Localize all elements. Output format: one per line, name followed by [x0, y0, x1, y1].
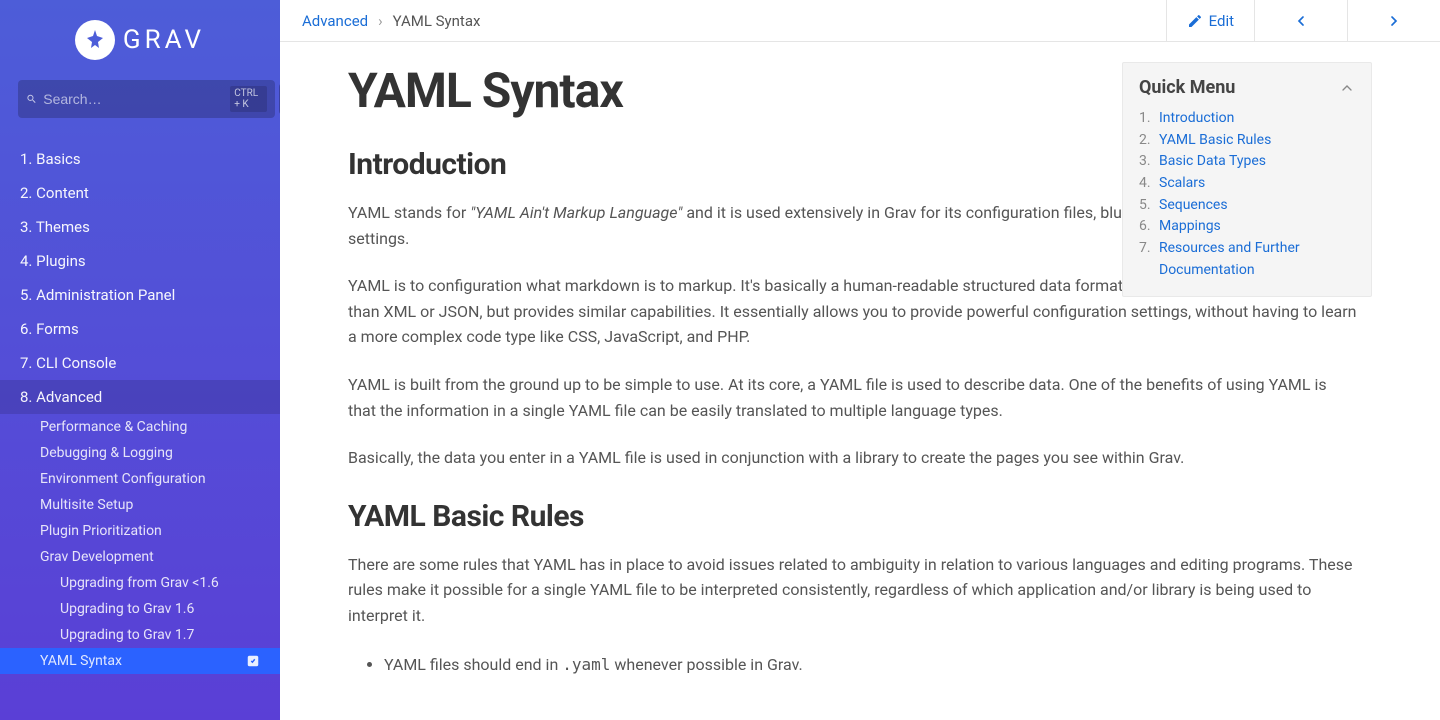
- body-text: There are some rules that YAML has in pl…: [348, 552, 1358, 629]
- next-button[interactable]: [1347, 0, 1440, 41]
- qm-item[interactable]: YAML Basic Rules: [1139, 130, 1355, 152]
- nav-item-plugins[interactable]: 4. Plugins: [0, 244, 280, 278]
- logo-icon: [75, 20, 115, 60]
- chevron-right-icon: [1386, 13, 1402, 29]
- qm-item[interactable]: Scalars: [1139, 173, 1355, 195]
- nav-item-admin[interactable]: 5. Administration Panel: [0, 278, 280, 312]
- top-actions: Edit: [1166, 0, 1440, 41]
- logo-text: GRAV: [123, 25, 205, 55]
- edit-button[interactable]: Edit: [1166, 0, 1254, 41]
- search-icon: [26, 91, 37, 107]
- list-item: YAML files should end in .yaml whenever …: [384, 651, 1358, 678]
- sub-sub-item[interactable]: Upgrading to Grav 1.6: [0, 596, 280, 622]
- sidebar: GRAV CTRL + K v1.5 1. Basics 2. Content …: [0, 0, 280, 720]
- chevron-up-icon[interactable]: [1339, 80, 1355, 96]
- sub-sub-item[interactable]: Upgrading to Grav 1.7: [0, 622, 280, 648]
- code-inline: .yaml: [562, 655, 610, 674]
- sub-item-current[interactable]: YAML Syntax: [0, 648, 280, 674]
- nav-list: 1. Basics 2. Content 3. Themes 4. Plugin…: [0, 130, 280, 714]
- search-kbd: CTRL + K: [230, 86, 267, 112]
- qm-item[interactable]: Mappings: [1139, 216, 1355, 238]
- qm-item[interactable]: Introduction: [1139, 108, 1355, 130]
- topbar: Advanced › YAML Syntax Edit: [280, 0, 1440, 42]
- qm-item[interactable]: Resources and Further Documentation: [1139, 238, 1355, 281]
- qm-item[interactable]: Sequences: [1139, 195, 1355, 217]
- sub-item[interactable]: Grav Development: [0, 544, 280, 570]
- logo[interactable]: GRAV: [0, 0, 280, 80]
- sub-list: Performance & Caching Debugging & Loggin…: [0, 414, 280, 674]
- qm-item[interactable]: Basic Data Types: [1139, 151, 1355, 173]
- nav-item-advanced[interactable]: 8. Advanced: [0, 380, 280, 414]
- nav-item-themes[interactable]: 3. Themes: [0, 210, 280, 244]
- sub-item[interactable]: Multisite Setup: [0, 492, 280, 518]
- quick-menu: Quick Menu Introduction YAML Basic Rules…: [1122, 62, 1372, 297]
- check-icon: [246, 654, 260, 668]
- prev-button[interactable]: [1254, 0, 1347, 41]
- content: Quick Menu Introduction YAML Basic Rules…: [280, 42, 1440, 720]
- search-input[interactable]: [43, 91, 224, 107]
- sub-item[interactable]: Plugin Prioritization: [0, 518, 280, 544]
- breadcrumb-current: YAML Syntax: [393, 12, 481, 30]
- nav-item-cli[interactable]: 7. CLI Console: [0, 346, 280, 380]
- sub-sub-item[interactable]: Upgrading from Grav <1.6: [0, 570, 280, 596]
- body-text: YAML is built from the ground up to be s…: [348, 372, 1358, 423]
- rules-list: YAML files should end in .yaml whenever …: [348, 651, 1358, 678]
- breadcrumb: Advanced › YAML Syntax: [302, 12, 480, 30]
- quick-menu-title: Quick Menu: [1139, 77, 1235, 98]
- quick-menu-list: Introduction YAML Basic Rules Basic Data…: [1139, 108, 1355, 282]
- breadcrumb-parent[interactable]: Advanced: [302, 12, 368, 30]
- sub-item[interactable]: Performance & Caching: [0, 414, 280, 440]
- edit-icon: [1187, 13, 1203, 29]
- main: Advanced › YAML Syntax Edit Q: [280, 0, 1440, 720]
- sub-item[interactable]: Environment Configuration: [0, 466, 280, 492]
- nav-item-forms[interactable]: 6. Forms: [0, 312, 280, 346]
- body-text: Basically, the data you enter in a YAML …: [348, 445, 1358, 471]
- chevron-left-icon: [1293, 13, 1309, 29]
- section-heading-rules: YAML Basic Rules: [348, 499, 1358, 534]
- sub-item[interactable]: Debugging & Logging: [0, 440, 280, 466]
- chevron-right-icon: ›: [378, 12, 383, 30]
- nav-item-basics[interactable]: 1. Basics: [0, 142, 280, 176]
- search-box[interactable]: CTRL + K: [18, 80, 275, 118]
- nav-item-content[interactable]: 2. Content: [0, 176, 280, 210]
